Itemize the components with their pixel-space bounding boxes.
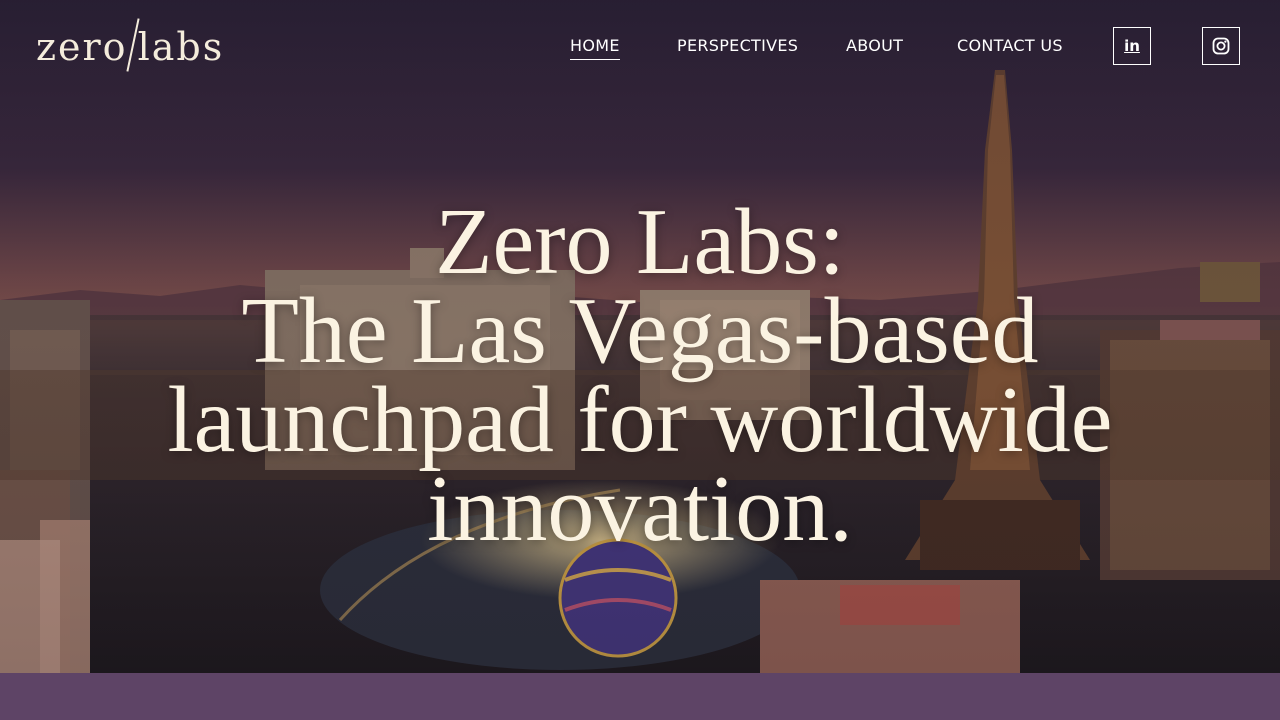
headline-line-4: innovation.: [427, 457, 853, 561]
instagram-button[interactable]: [1202, 27, 1240, 65]
nav-perspectives[interactable]: PERSPECTIVES: [677, 36, 798, 59]
headline-line-1: Zero Labs:: [435, 190, 845, 294]
linkedin-button[interactable]: in: [1113, 27, 1151, 65]
logo-text-left: zero: [36, 25, 128, 69]
hero-section: zero labs HOME PERSPECTIVES ABOUT CONTAC…: [0, 0, 1280, 673]
nav-home[interactable]: HOME: [570, 36, 620, 60]
instagram-icon: [1212, 37, 1230, 55]
hero-headline: Zero Labs: The Las Vegas-based launchpad…: [0, 190, 1280, 561]
nav-contact-us[interactable]: CONTACT US: [957, 36, 1063, 59]
linkedin-icon: in: [1124, 37, 1140, 55]
headline-line-3: launchpad for worldwide: [167, 368, 1113, 472]
zero-labs-logo[interactable]: zero labs: [36, 18, 224, 76]
headline-line-2: The Las Vegas-based: [241, 279, 1039, 383]
section-band: [0, 673, 1280, 720]
logo-text-right: labs: [137, 25, 225, 69]
nav-about[interactable]: ABOUT: [846, 36, 903, 59]
